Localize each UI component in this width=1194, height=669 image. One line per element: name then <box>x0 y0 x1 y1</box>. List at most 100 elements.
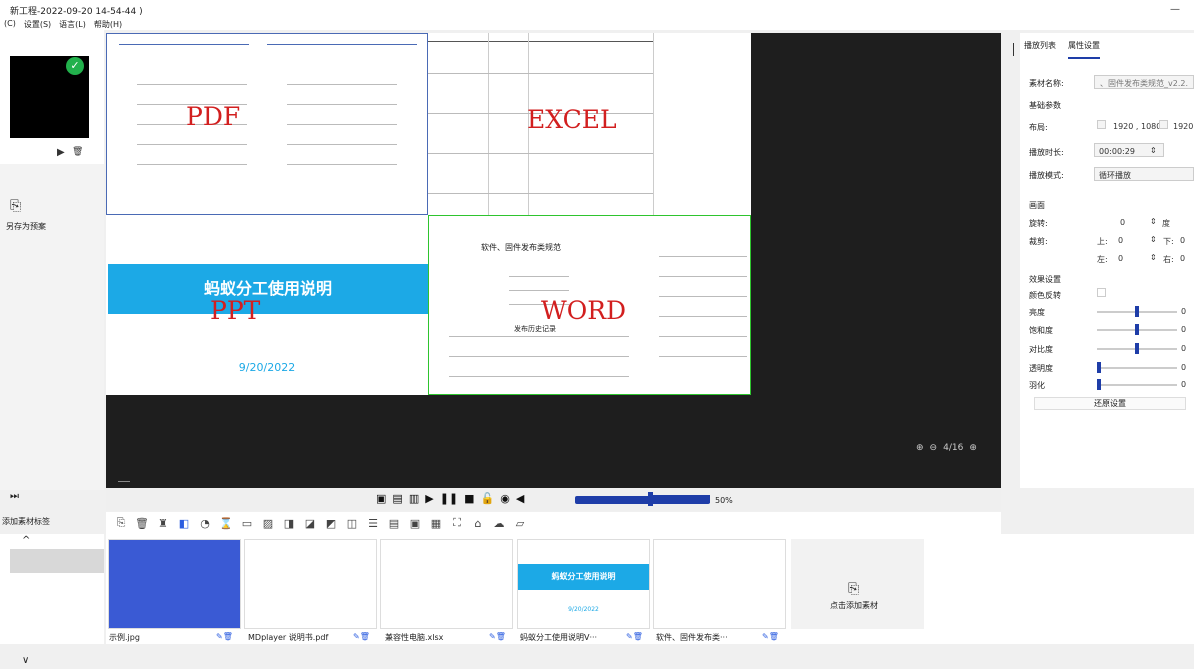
text-icon[interactable]: ▤ <box>387 517 401 530</box>
material-thumb-xlsx[interactable] <box>380 539 513 629</box>
chevron-down-icon[interactable]: ∨ <box>22 655 29 666</box>
material-thumb-docx[interactable] <box>653 539 786 629</box>
zoom-out-icon[interactable]: ⊖ <box>930 443 938 453</box>
chat-icon[interactable]: ▱ <box>513 517 527 530</box>
invert-checkbox[interactable] <box>1097 288 1106 297</box>
rotate-label: 旋转: <box>1029 219 1048 228</box>
menu-help[interactable]: 帮助(H) <box>94 19 122 30</box>
brightness-knob[interactable] <box>1135 306 1139 317</box>
rotate-value[interactable]: 0 <box>1120 218 1125 227</box>
pdf-preview[interactable]: PDF <box>106 33 428 215</box>
check-icon: ✓ <box>66 57 84 75</box>
reset-button[interactable]: 还原设置 <box>1034 397 1186 410</box>
fullscreen-icon[interactable]: ⛶ <box>450 516 464 530</box>
stepper-icon[interactable]: ⇕ <box>1150 253 1157 262</box>
material-thumb-ppt[interactable]: 蚂蚁分工使用说明 9/20/2022 <box>517 539 650 629</box>
crop-down-value[interactable]: 0 <box>1180 236 1185 245</box>
save-icon[interactable]: ▤ <box>392 492 402 505</box>
contrast-value: 0 <box>1181 344 1187 353</box>
stepper-icon[interactable]: ⇕ <box>1150 235 1157 244</box>
layout-checkbox[interactable] <box>1097 120 1106 129</box>
excel-preview[interactable]: EXCEL <box>428 33 751 215</box>
zoom-in-icon[interactable]: ⊕ <box>969 443 977 453</box>
add-tag-label[interactable]: 添加素材标签 <box>2 516 50 527</box>
brightness-value: 0 <box>1181 307 1187 316</box>
list-icon[interactable]: ☰ <box>366 517 380 530</box>
opacity-value: 0 <box>1181 363 1187 372</box>
opacity-slider[interactable] <box>1097 367 1177 369</box>
hd-icon[interactable]: ▣ <box>376 492 386 505</box>
crop-top-value[interactable]: 0 <box>1118 236 1123 245</box>
save-as-preset-label[interactable]: 另存为预案 <box>6 221 46 232</box>
edit-icon[interactable]: ✎🗑 <box>216 632 233 641</box>
opacity-knob[interactable] <box>1097 362 1101 373</box>
tab-properties[interactable]: 属性设置 <box>1068 40 1100 59</box>
play-icon[interactable]: ▶ <box>57 147 65 158</box>
screen-icon[interactable]: ▣ <box>408 517 422 530</box>
ppt-title: 蚂蚁分工使用说明 <box>108 264 428 314</box>
edit-icon[interactable]: ✎🗑 <box>762 632 779 641</box>
edit-icon[interactable]: ✎🗑 <box>489 632 506 641</box>
word-icon[interactable]: ◨ <box>282 517 296 530</box>
caption-icon[interactable]: ▭ <box>240 517 254 530</box>
zoom-fit-icon[interactable]: ⊕ <box>916 443 924 453</box>
eye-icon[interactable]: ◉ <box>500 492 510 505</box>
trash-icon[interactable]: 🗑 <box>135 517 149 530</box>
layout-checkbox-2[interactable] <box>1159 120 1168 129</box>
divider <box>118 481 130 482</box>
volume-knob[interactable] <box>648 492 653 506</box>
calendar-icon[interactable]: ▦ <box>429 517 443 530</box>
feather-label: 羽化 <box>1029 381 1045 390</box>
add-folder-icon[interactable]: ⎘ <box>114 516 128 530</box>
unlock-icon[interactable]: 🔓 <box>481 492 495 505</box>
material-thumb-jpg[interactable] <box>108 539 241 629</box>
broom-icon[interactable]: ♜ <box>156 517 170 530</box>
menu-language[interactable]: 语言(L) <box>59 19 86 30</box>
tag-item-selected[interactable] <box>10 549 104 573</box>
layout-size-2: 1920 <box>1173 122 1194 131</box>
minimize-button[interactable]: — <box>1170 4 1180 15</box>
hourglass-icon[interactable]: ⌛ <box>219 517 233 530</box>
material-toolbar: ⎘ 🗑 ♜ ◧ ◔ ⌛ ▭ ▨ ◨ ◪ ◩ ◫ ☰ ▤ ▣ ▦ ⛶ ⌂ ☁ ▱ <box>106 512 1001 534</box>
word-preview[interactable]: 软件、固件发布类规范 发布历史记录 WORD <box>428 215 751 395</box>
edit-icon[interactable]: ✎🗑 <box>626 632 643 641</box>
mode-value: 循环播放 <box>1099 171 1131 180</box>
skip-icon[interactable]: ⏭ <box>10 491 19 502</box>
pause-button[interactable]: ❚❚ <box>440 492 458 505</box>
edit-icon[interactable]: ✎🗑 <box>353 632 370 641</box>
tab-playlist[interactable]: 播放列表 <box>1024 40 1056 59</box>
crop-left-value[interactable]: 0 <box>1118 254 1123 263</box>
trash-icon[interactable]: 🗑 <box>72 147 83 157</box>
material-thumb-pdf[interactable] <box>244 539 377 629</box>
menu-c[interactable]: (C) <box>4 19 16 30</box>
volume-percent: 50% <box>715 496 733 505</box>
effect-heading: 效果设置 <box>1029 275 1061 284</box>
add-material-label[interactable]: 点击添加素材 <box>830 600 878 611</box>
stepper-icon[interactable]: ⇕ <box>1150 146 1157 155</box>
saturation-knob[interactable] <box>1135 324 1139 335</box>
cloud-icon[interactable]: ☁ <box>492 517 506 530</box>
image-icon[interactable]: ▨ <box>261 517 275 530</box>
pdf-icon[interactable]: ◫ <box>345 517 359 530</box>
excel-icon[interactable]: ◪ <box>303 517 317 530</box>
volume-slider-remaining <box>650 495 710 503</box>
stepper-icon[interactable]: ⇕ <box>1150 217 1157 226</box>
feather-knob[interactable] <box>1097 379 1101 390</box>
menu-settings[interactable]: 设置(S) <box>24 19 51 30</box>
chevron-up-icon[interactable]: ^ <box>22 535 30 546</box>
invert-label: 颜色反转 <box>1029 291 1061 300</box>
save-as-icon[interactable]: ▥ <box>409 492 419 505</box>
crop-right-value[interactable]: 0 <box>1180 254 1185 263</box>
home-icon[interactable]: ⌂ <box>471 517 485 530</box>
layers-icon[interactable]: ◧ <box>177 517 191 530</box>
feather-slider[interactable] <box>1097 384 1177 386</box>
contrast-knob[interactable] <box>1135 343 1139 354</box>
word-subtitle: 发布历史记录 <box>514 325 556 333</box>
play-button[interactable]: ▶ <box>425 492 433 505</box>
stage-zoom-controls: ⊕ ⊖ 4/16 ⊕ <box>916 443 977 453</box>
page-indicator: 4/16 <box>943 443 964 453</box>
clock-icon[interactable]: ◔ <box>198 517 212 530</box>
ppt-icon[interactable]: ◩ <box>324 517 338 530</box>
volume-icon[interactable]: ◀ <box>516 492 524 505</box>
stop-button[interactable]: ■ <box>464 492 474 505</box>
